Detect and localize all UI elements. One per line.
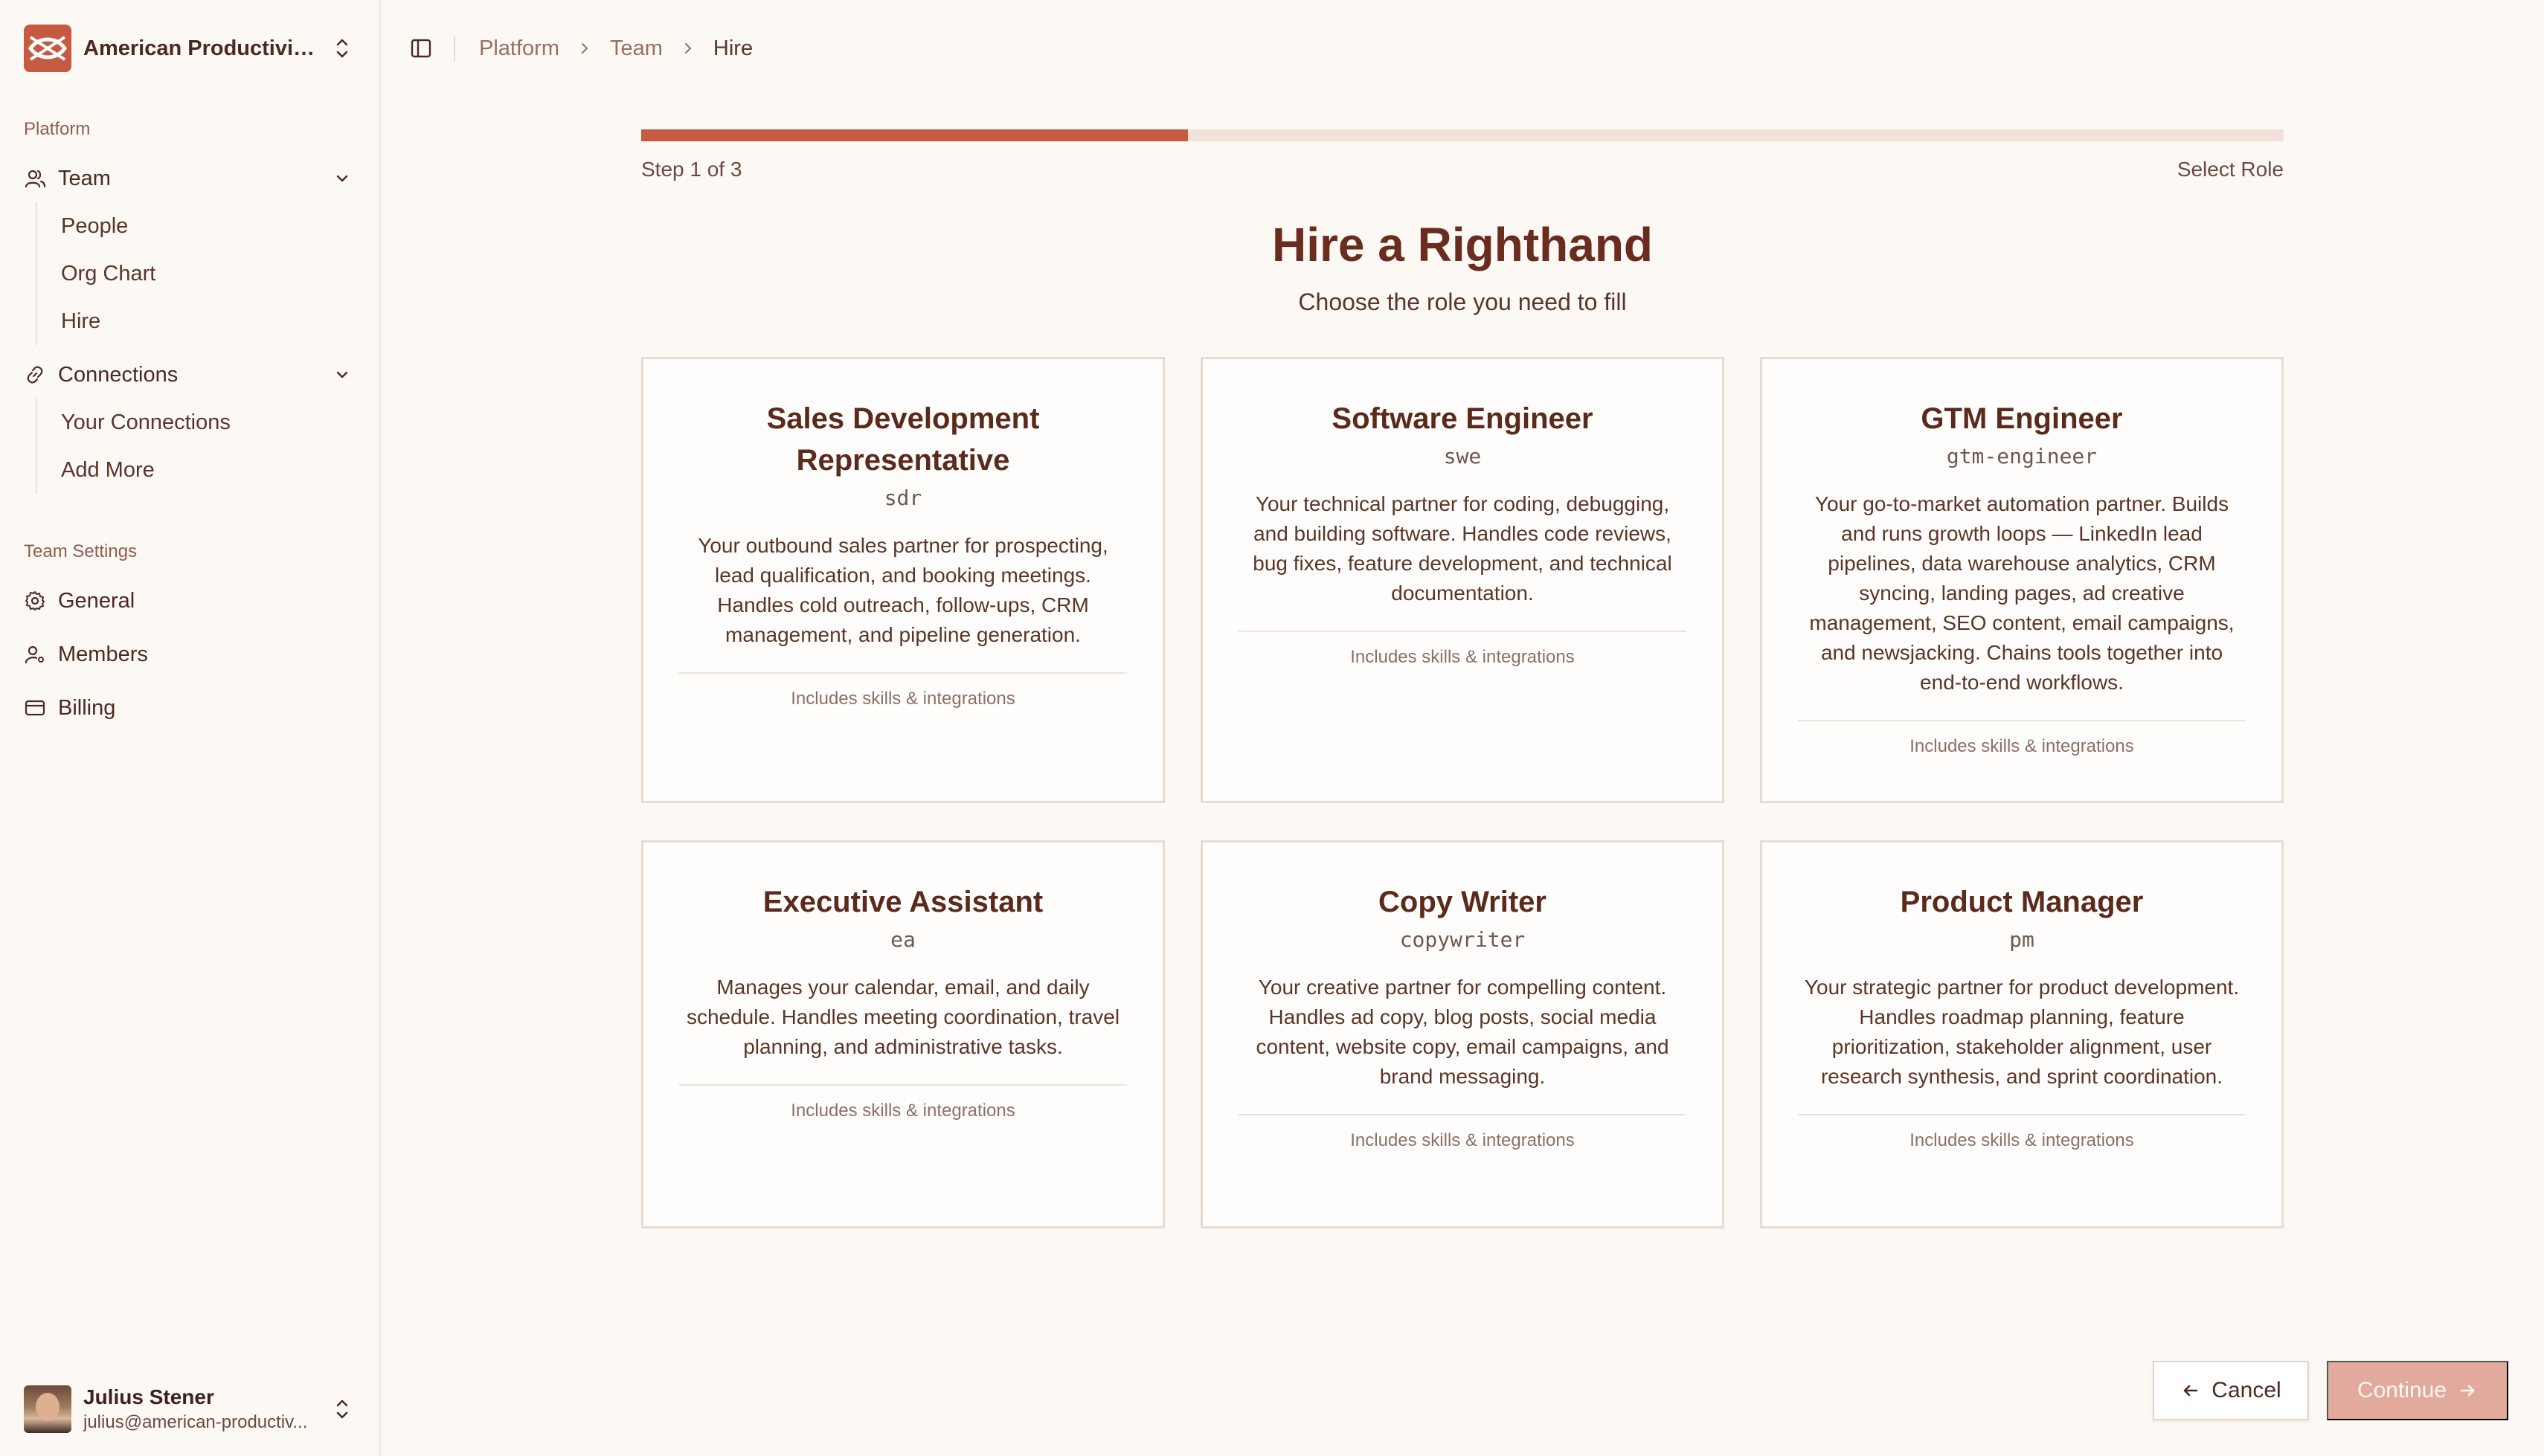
role-description: Your go-to-market automation partner. Bu… [1809,492,2235,694]
sidebar-item-team[interactable]: Team [24,158,359,199]
sidebar-item-your-connections[interactable]: Your Connections [37,399,348,446]
team-settings-group-label: Team Settings [24,541,138,561]
sidebar-item-label: Team [58,166,111,190]
sidebar-item-people[interactable]: People [37,202,348,250]
sidebar-item-label: Connections [58,362,179,387]
role-title: GTM Engineer [1921,402,2123,435]
avatar [24,1385,71,1433]
connections-submenu: Your Connections Add More [36,399,348,494]
role-title: Copy Writer [1378,886,1546,918]
sidebar-toggle-icon[interactable] [409,36,433,60]
role-description: Your technical partner for coding, debug… [1253,492,1672,605]
card-divider [1798,1114,2246,1115]
breadcrumb-team[interactable]: Team [610,36,663,61]
chevron-right-icon [581,43,588,54]
sidebar: American Productivity... Platform Team P… [0,0,381,1456]
sidebar-item-connections[interactable]: Connections [24,354,359,396]
role-footer: Includes skills & integrations [1350,1130,1575,1150]
role-card-sdr[interactable]: Sales Development Representative sdr You… [641,357,1165,803]
users-icon [25,170,46,188]
chevron-down-icon[interactable] [333,366,351,384]
sidebar-item-members[interactable]: Members [24,634,359,675]
sidebar-item-general[interactable]: General [24,580,359,622]
top-bar: Platform Team Hire [381,22,2538,74]
role-card-swe[interactable]: Software Engineer swe Your technical par… [1201,357,1724,803]
chevrons-up-down-icon [336,39,348,58]
sidebar-item-org-chart[interactable]: Org Chart [37,250,348,297]
team-submenu: People Org Chart Hire [36,202,348,345]
user-email: julius@american-productiv... [83,1412,308,1432]
page-subtitle: Choose the role you need to fill [1298,289,1627,315]
step-counter: Step 1 of 3 [641,158,742,181]
role-title: Sales Development Representative [766,402,1040,477]
credit-card-icon [25,700,45,716]
role-card-ea[interactable]: Executive Assistant ea Manages your cale… [641,840,1165,1228]
role-description: Manages your calendar, email, and daily … [686,976,1120,1058]
role-slug: gtm-engineer [1946,444,2098,468]
cancel-button[interactable]: Cancel [2153,1361,2309,1420]
role-slug: ea [890,927,916,952]
card-divider [1239,631,1686,632]
sidebar-item-add-more[interactable]: Add More [37,446,348,494]
chevrons-up-down-icon [336,1399,348,1419]
role-slug: swe [1443,444,1482,468]
card-divider [679,1084,1127,1086]
wizard-progress-bar [641,129,2284,141]
org-switcher[interactable]: American Productivity... [24,22,359,74]
app-root: American Productivity... Platform Team P… [0,0,2544,1456]
role-footer: Includes skills & integrations [1909,736,2134,756]
chevron-right-icon [684,43,691,54]
platform-group-label: Platform [24,119,91,139]
role-slug: sdr [884,486,922,510]
role-description: Your outbound sales partner for prospect… [698,534,1108,646]
link-icon [27,366,43,384]
arrow-left-icon [2183,1385,2198,1397]
role-title: Executive Assistant [762,886,1044,918]
role-footer: Includes skills & integrations [791,1101,1015,1121]
user-menu[interactable]: Julius Stener julius@american-productiv.… [24,1383,359,1435]
role-footer: Includes skills & integrations [791,689,1015,709]
role-footer: Includes skills & integrations [1909,1130,2134,1150]
divider [454,36,455,61]
role-slug: copywriter [1399,927,1526,952]
gear-icon [25,591,45,611]
role-slug: pm [2009,927,2034,952]
wizard-progress-fill [641,129,1189,141]
arrow-right-icon [2460,1385,2475,1397]
breadcrumb: Platform Team Hire [479,36,753,61]
page-title: Hire a Righthand [1271,218,1654,271]
sidebar-item-label: General [58,588,135,613]
org-logo-icon [24,25,71,72]
role-description: Your creative partner for compelling con… [1256,976,1669,1088]
role-card-gtm-engineer[interactable]: GTM Engineer gtm-engineer Your go-to-mar… [1760,357,2284,803]
role-footer: Includes skills & integrations [1350,647,1575,667]
sidebar-item-billing[interactable]: Billing [24,687,359,729]
user-text: Julius Stener julius@american-productiv.… [83,1385,321,1433]
role-title: Product Manager [1900,886,2144,918]
role-card-copywriter[interactable]: Copy Writer copywriter Your creative par… [1201,840,1724,1228]
step-name: Select Role [2177,158,2284,181]
breadcrumb-hire: Hire [713,36,754,60]
sidebar-item-label: Billing [58,695,116,720]
sidebar-item-label: Members [58,642,148,666]
card-divider [1239,1114,1686,1115]
continue-button-label: Continue [2357,1378,2447,1402]
role-title: Software Engineer [1332,402,1593,435]
user-name: Julius Stener [83,1385,214,1408]
org-name: American Productivity... [83,36,321,60]
cancel-button-label: Cancel [2211,1378,2281,1402]
breadcrumb-platform[interactable]: Platform [479,36,559,61]
role-card-pm[interactable]: Product Manager pm Your strategic partne… [1760,840,2284,1228]
card-divider [1798,720,2246,721]
sidebar-item-hire[interactable]: Hire [37,297,348,345]
role-description: Your strategic partner for product devel… [1804,976,2240,1088]
card-divider [679,672,1127,674]
continue-button[interactable]: Continue [2327,1361,2508,1420]
chevron-down-icon[interactable] [333,170,351,187]
user-cog-icon [25,645,44,664]
